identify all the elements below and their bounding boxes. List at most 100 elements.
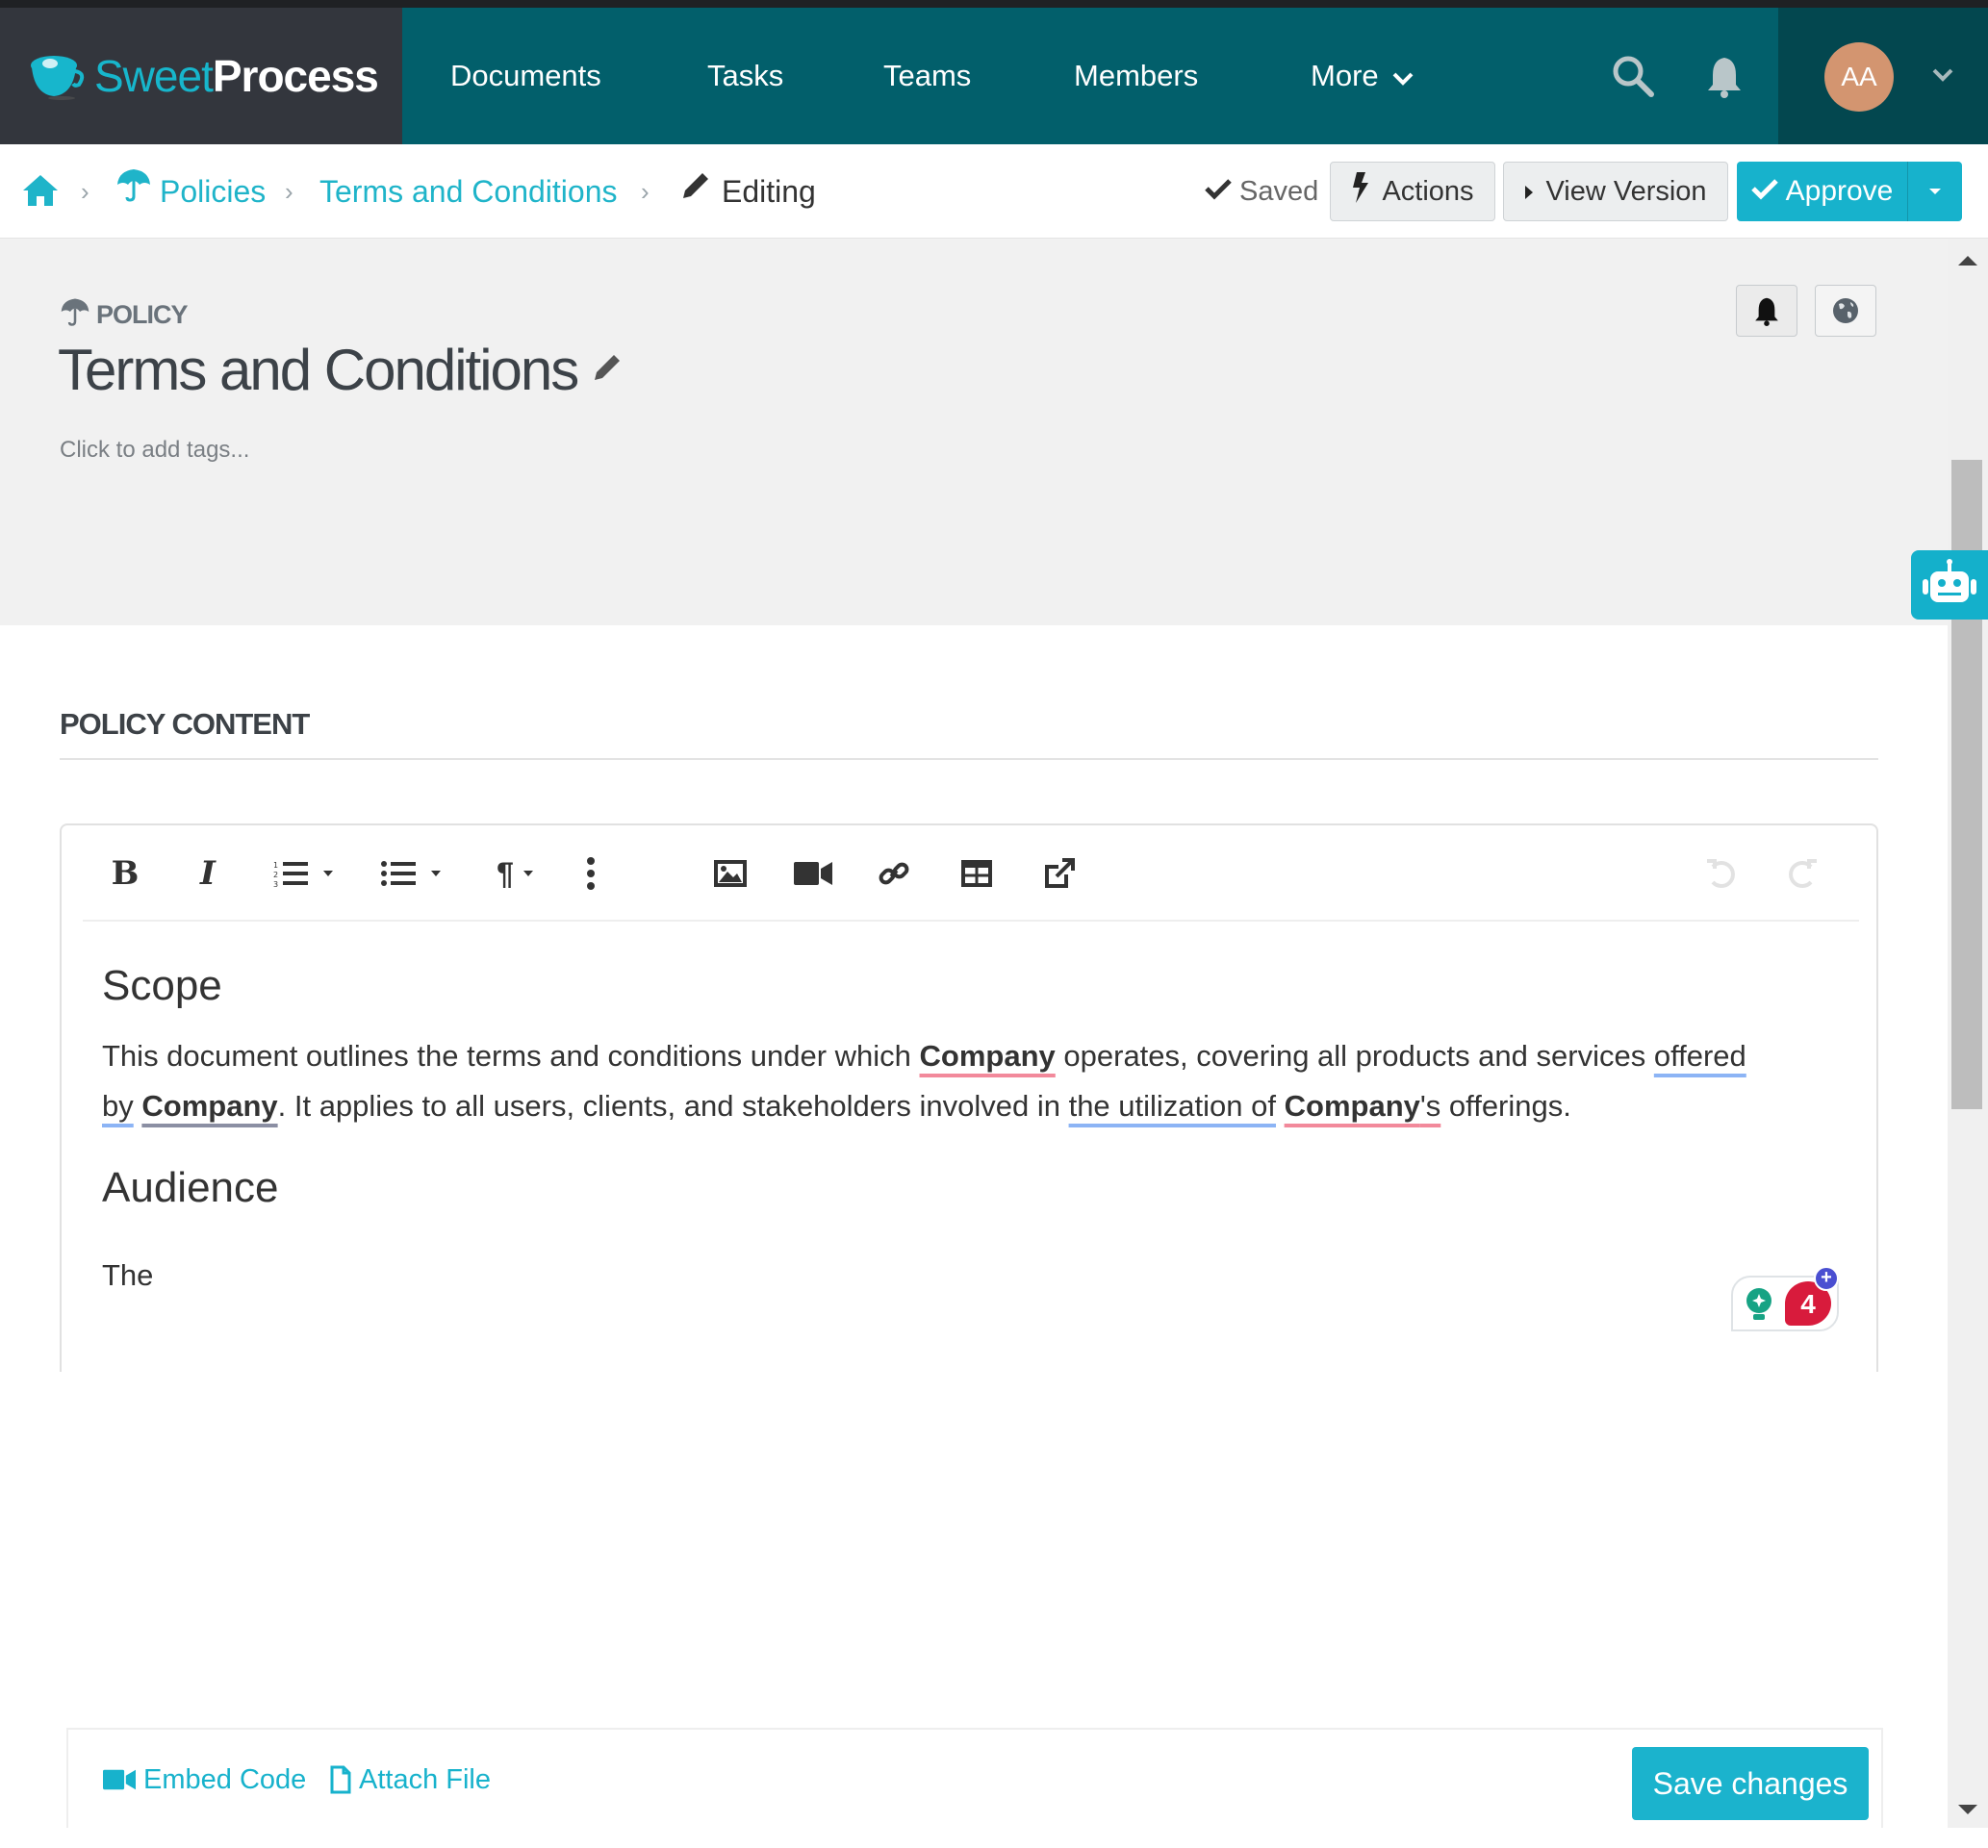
content-paragraph-audience[interactable]: The [102,1251,153,1301]
grammar-flag-by[interactable]: by [102,1089,134,1123]
redo-icon [1789,859,1817,888]
lightning-icon [1351,172,1370,211]
attach-file-link[interactable]: Attach File [330,1730,491,1830]
ordered-list-icon: 123 [273,861,308,888]
document-header: POLICY Terms and Conditions Click to add… [0,239,1948,625]
text-run: . It applies to all users, clients, and … [277,1089,1069,1123]
check-icon [1205,176,1232,208]
approve-dropdown-toggle[interactable] [1908,188,1962,195]
pilcrow-icon: ¶ [497,855,514,891]
paragraph-format-button[interactable]: ¶ [481,845,550,902]
writing-assistant-badge[interactable]: 4 + [1731,1266,1839,1331]
unordered-list-button[interactable] [373,845,450,902]
breadcrumb-separator: › [641,177,650,206]
text-run: offerings. [1440,1089,1571,1123]
undo-icon [1707,859,1735,888]
vertical-ellipsis-icon [587,857,595,890]
file-icon [330,1765,351,1794]
external-link-button[interactable] [1035,845,1083,902]
umbrella-icon [115,144,152,239]
nav-tasks[interactable]: Tasks [707,8,783,144]
content-heading-scope[interactable]: Scope [102,962,222,1010]
coffee-cup-logo-icon [29,52,89,100]
insert-link-button[interactable] [870,845,918,902]
chevron-down-icon [1392,8,1414,144]
lightbulb-icon [1746,1288,1771,1320]
content-paragraph-scope[interactable]: This document outlines the terms and con… [102,1031,1844,1131]
bell-icon [1755,297,1778,326]
text-run [1276,1089,1285,1123]
approve-main[interactable]: Approve [1737,162,1908,221]
nav-teams[interactable]: Teams [883,8,971,144]
svg-text:2: 2 [273,871,278,879]
ai-assistant-button[interactable] [1911,550,1988,620]
user-menu[interactable]: AA [1778,8,1988,144]
video-camera-icon [794,862,832,885]
top-navbar: Sweet Process Documents Tasks Teams Membe… [0,8,1988,144]
home-icon[interactable] [21,173,60,213]
grammar-flag-offered[interactable]: offered [1654,1039,1746,1073]
bell-icon[interactable] [1705,54,1744,103]
logo[interactable]: Sweet Process [0,8,402,144]
grammar-flag-companys[interactable]: Company's [1285,1089,1441,1123]
nav-more[interactable]: More [1311,8,1414,144]
caret-down-icon [1929,189,1941,194]
insert-video-button[interactable] [789,845,837,902]
attach-file-label: Attach File [359,1763,491,1795]
scroll-down-arrow-icon[interactable] [1957,1803,1978,1820]
breadcrumb-terms-and-conditions[interactable]: Terms and Conditions [319,144,617,239]
bold-button[interactable]: B [104,845,146,902]
grammar-flag-company[interactable]: Company [141,1089,277,1123]
notifications-toggle-button[interactable] [1736,285,1797,337]
actions-button[interactable]: Actions [1330,162,1495,221]
nav-members[interactable]: Members [1074,8,1198,144]
editor-footer: Embed Code Attach File Save changes [66,1728,1883,1828]
grammar-flag-company[interactable]: Company [920,1039,1056,1073]
embed-code-link[interactable]: Embed Code [103,1730,306,1830]
caret-down-icon [323,871,333,876]
logo-text-sweet: Sweet [94,51,214,101]
ordered-list-button[interactable]: 123 [266,845,343,902]
redo-button[interactable] [1778,845,1826,902]
company-name: Company [1284,1089,1420,1123]
breadcrumb: › Policies › Terms and Conditions › Edit… [0,144,1988,239]
toolbar-divider [83,920,1859,922]
rich-text-editor[interactable]: B I 123 ¶ Scope This document outlines t… [60,823,1878,1372]
tags-input[interactable]: Click to add tags... [60,437,249,464]
document-title-text[interactable]: Terms and Conditions [58,337,579,403]
document-type: POLICY [60,296,189,334]
page-scrollbar[interactable] [1948,239,1988,1828]
saved-status-label: Saved [1239,175,1319,207]
svg-text:3: 3 [273,880,278,888]
caret-down-icon [431,871,441,876]
grammar-flag-utilization[interactable]: the utilization of [1069,1089,1276,1123]
nav-more-label: More [1311,59,1379,92]
breadcrumb-editing-label: Editing [722,174,816,209]
caret-down-icon [522,871,533,876]
user-chevron-down-icon[interactable] [1932,67,1953,88]
view-version-button[interactable]: View Version [1503,162,1728,221]
link-icon [879,862,909,885]
undo-button[interactable] [1697,845,1746,902]
insert-image-button[interactable] [706,845,754,902]
approve-button[interactable]: Approve [1737,162,1962,221]
document-title[interactable]: Terms and Conditions [58,337,624,403]
edit-title-pencil-icon[interactable] [591,351,624,389]
scroll-up-arrow-icon[interactable] [1957,254,1978,271]
view-version-button-label: View Version [1545,175,1707,207]
breadcrumb-separator: › [81,177,89,206]
visibility-button[interactable] [1815,285,1876,337]
avatar[interactable]: AA [1824,42,1894,112]
italic-button[interactable]: I [187,845,229,902]
more-options-button[interactable] [572,845,610,902]
save-changes-button[interactable]: Save changes [1632,1747,1869,1820]
search-icon[interactable] [1611,54,1655,103]
breadcrumb-policies[interactable]: Policies [115,144,266,239]
content-heading-audience[interactable]: Audience [102,1164,278,1212]
nav-documents[interactable]: Documents [450,8,601,144]
window-top-strip [0,0,1988,8]
svg-text:1: 1 [273,861,278,870]
globe-icon [1833,298,1858,323]
insert-table-button[interactable] [953,845,1001,902]
saved-status: Saved [1205,144,1318,239]
